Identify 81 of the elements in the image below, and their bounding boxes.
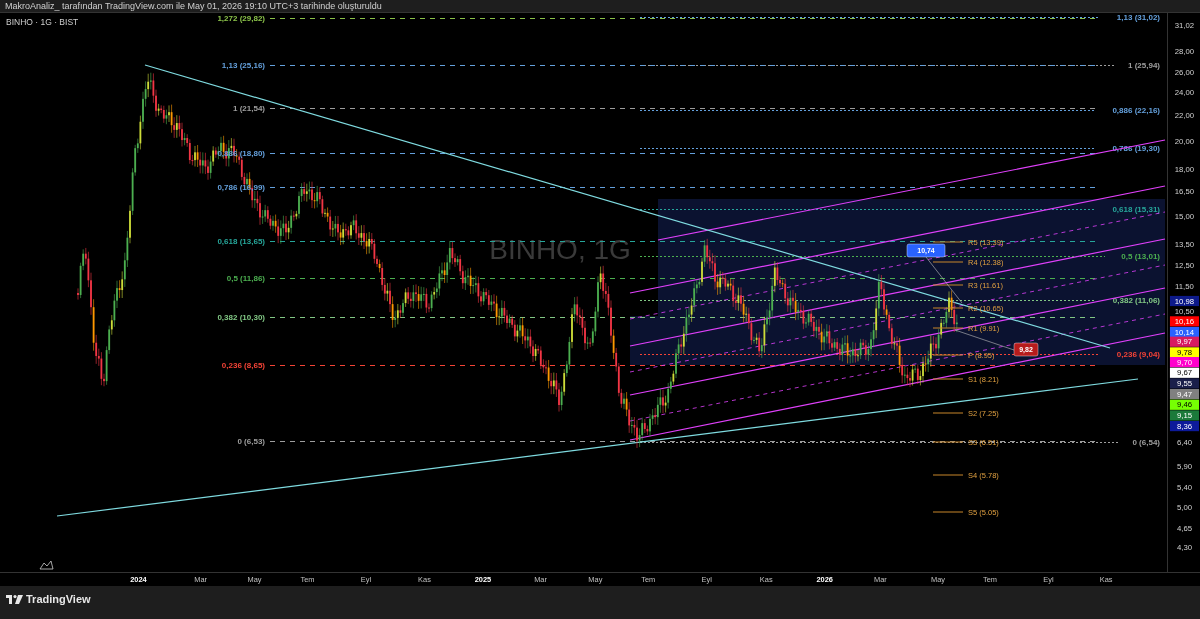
time-axis-label: Kas xyxy=(418,575,431,585)
price-tag: 9,46 xyxy=(1169,399,1200,410)
price-scale-label: 11,50 xyxy=(1175,282,1194,292)
time-axis-label: May xyxy=(247,575,262,585)
price-tag: 10,98 xyxy=(1169,295,1200,307)
fib-level-label: 0,5 (11,86) xyxy=(226,274,265,283)
price-tag: 9,55 xyxy=(1169,378,1200,389)
fib-level-label: 0,5 (13,01) xyxy=(1121,252,1160,261)
fib-level-label: 1 (21,54) xyxy=(232,104,265,113)
pivot-line xyxy=(932,307,964,309)
pivot-line xyxy=(932,284,964,286)
fib-level-label: 0,236 (8,65) xyxy=(221,361,265,370)
pivot-line xyxy=(932,474,964,476)
fib-level-label: 0 (6,54) xyxy=(1132,438,1160,447)
price-scale-label: 5,00 xyxy=(1176,503,1193,513)
pivot-line xyxy=(932,378,964,380)
price-scale-label: 26,00 xyxy=(1174,67,1195,77)
time-axis-label: Eyl xyxy=(360,575,372,585)
price-scale-label: 15,00 xyxy=(1174,212,1195,222)
price-scale-label: 5,90 xyxy=(1176,461,1193,471)
chart-watermark: BINHO, 1G xyxy=(489,234,631,265)
time-axis-label: May xyxy=(931,575,945,585)
price-scale-label: 16,50 xyxy=(1174,187,1195,197)
price-tag: 8,36 xyxy=(1169,421,1200,432)
fib-level-label: 1,13 (31,02) xyxy=(1116,13,1160,22)
price-scale-label: 12,50 xyxy=(1174,260,1195,270)
pivot-line xyxy=(932,241,964,243)
fib-level-label: 0,886 (22,16) xyxy=(1112,106,1160,115)
price-scale-label: 10,50 xyxy=(1174,307,1195,317)
time-axis-label: Eyl xyxy=(701,575,712,585)
time-axis-label: Mar xyxy=(194,575,208,585)
fib-level-label: 1 (25,94) xyxy=(1127,61,1160,70)
time-axis-label: Eyl xyxy=(1043,575,1054,585)
fib-level-label: 0,618 (15,31) xyxy=(1112,205,1160,214)
time-axis-label: Mar xyxy=(874,575,887,585)
leader-line xyxy=(925,256,963,304)
price-scale-label: 4,65 xyxy=(1176,523,1193,533)
price-tag: 10,16 xyxy=(1169,316,1200,327)
price-scale-label: 28,00 xyxy=(1174,47,1195,57)
price-scale-label: 18,00 xyxy=(1174,164,1195,174)
price-tag: 9,15 xyxy=(1169,410,1200,421)
time-axis-label: Kas xyxy=(1099,575,1113,585)
price-scale-label: 20,00 xyxy=(1174,136,1195,146)
pivot-line xyxy=(932,261,964,263)
time-axis-label: May xyxy=(588,575,603,585)
time-axis-label: Tem xyxy=(641,575,656,585)
fib-level-label: 0,382 (11,06) xyxy=(1112,296,1160,305)
pivot-line xyxy=(932,441,964,443)
price-scale-label: 31,02 xyxy=(1174,21,1195,31)
fib-level-label: 0,618 (13,65) xyxy=(217,237,265,246)
price-tag: 9,97 xyxy=(1169,336,1200,347)
price-tag: 9,47 xyxy=(1169,389,1200,400)
price-tag: 9,67 xyxy=(1169,367,1200,378)
fib-level-label: 0,236 (9,04) xyxy=(1116,350,1160,359)
time-axis-label: 2026 xyxy=(816,575,833,585)
price-scale-label: 6,40 xyxy=(1176,438,1193,448)
price-scale-label: 4,30 xyxy=(1176,542,1193,552)
price-tag: 9,78 xyxy=(1169,347,1200,358)
price-scale-label: 24,00 xyxy=(1174,88,1195,98)
pivot-line xyxy=(932,511,964,513)
fib-level-label: 1,272 (29,82) xyxy=(217,14,265,23)
chart-caption: MakroAnaliz_ tarafından TradingView.com ile May 01, 2026 19:10 UTC+3 tarihinde oluşturuldu xyxy=(5,1,382,11)
time-axis-label: 2024 xyxy=(130,575,147,585)
pivot-line xyxy=(932,327,964,329)
pivot-line xyxy=(932,354,964,356)
time-axis-label: Tem xyxy=(983,575,997,585)
pivot-line xyxy=(932,412,964,414)
fib-level-label: 1,13 (25,16) xyxy=(221,61,265,70)
price-scale-label: 13,50 xyxy=(1174,240,1195,250)
time-axis-label: Kas xyxy=(759,575,773,585)
fib-level-label: 0 (6,53) xyxy=(237,437,265,446)
brand-name: TradingView xyxy=(26,594,91,605)
time-axis-label: 2025 xyxy=(474,575,492,585)
price-tag: 10,14 xyxy=(1169,326,1200,338)
price-scale-label: 22,00 xyxy=(1174,111,1195,121)
symbol-label: BINHO · 1G · BIST xyxy=(6,17,79,27)
time-axis-label: Mar xyxy=(534,575,547,585)
fib-level-label: 0,382 (10,30) xyxy=(217,313,265,322)
price-tag: 9,70 xyxy=(1169,357,1200,368)
price-scale-label: 5,40 xyxy=(1176,482,1193,492)
time-axis-label: Tem xyxy=(300,575,315,585)
